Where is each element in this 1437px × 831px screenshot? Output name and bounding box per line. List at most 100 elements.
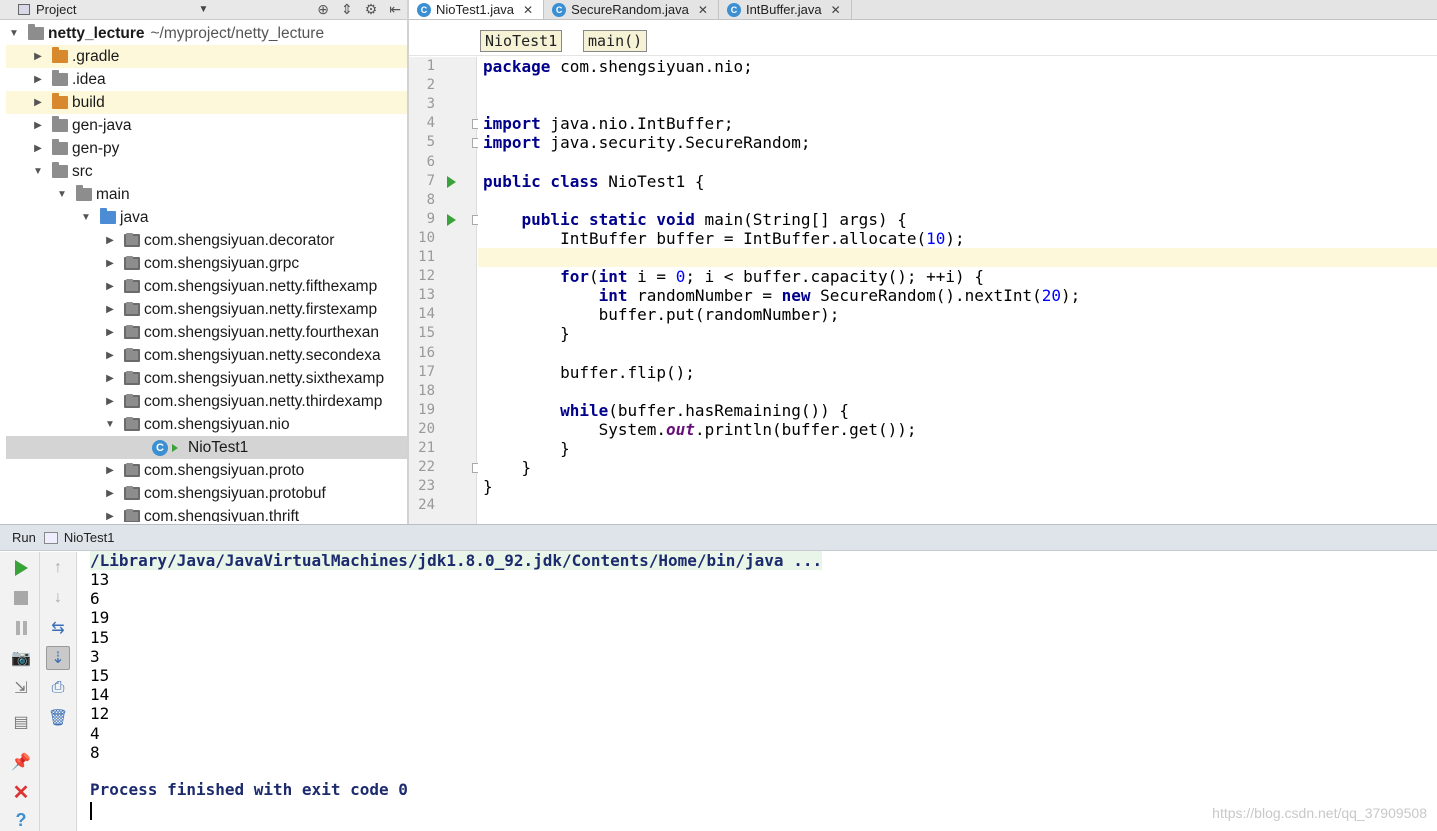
collapsed-arrow-icon[interactable]: ▶ xyxy=(32,143,44,154)
expanded-arrow-icon[interactable]: ▼ xyxy=(56,189,68,200)
expanded-arrow-icon[interactable]: ▼ xyxy=(8,28,20,39)
code-line[interactable]: buffer.put(randomNumber); xyxy=(478,305,1437,324)
print-icon[interactable]: ⎙ xyxy=(46,676,70,700)
tree-item[interactable]: ▼ java xyxy=(6,206,407,229)
collapsed-arrow-icon[interactable]: ▶ xyxy=(104,281,116,292)
pin-icon[interactable]: 📌 xyxy=(9,750,33,774)
code-line[interactable] xyxy=(478,382,1437,401)
collapsed-arrow-icon[interactable]: ▶ xyxy=(104,396,116,407)
restore-layout-icon[interactable]: ⇲ xyxy=(9,676,33,700)
code-line[interactable] xyxy=(478,248,1437,267)
rerun-icon[interactable] xyxy=(9,556,33,580)
collapsed-arrow-icon[interactable]: ▶ xyxy=(104,350,116,361)
close-tab-icon[interactable]: ✕ xyxy=(523,3,533,17)
gear-icon[interactable]: ⚙ xyxy=(365,1,378,18)
collapsed-arrow-icon[interactable]: ▶ xyxy=(104,465,116,476)
tree-item[interactable]: ▶ com.shengsiyuan.netty.firstexamp xyxy=(6,298,407,321)
expanded-arrow-icon[interactable]: ▼ xyxy=(80,212,92,223)
collapsed-arrow-icon[interactable]: ▶ xyxy=(32,51,44,62)
code-line[interactable] xyxy=(478,344,1437,363)
code-line[interactable]: while(buffer.hasRemaining()) { xyxy=(478,401,1437,420)
code-editor[interactable]: package com.shengsiyuan.nio; import java.… xyxy=(478,57,1437,524)
code-line[interactable]: } xyxy=(478,477,1437,496)
arrow-up-icon[interactable]: ↑ xyxy=(46,556,70,580)
run-gutter-icon[interactable] xyxy=(447,213,456,226)
tree-item[interactable]: ▶ com.shengsiyuan.netty.secondexa xyxy=(6,344,407,367)
layout-icon[interactable]: ▤ xyxy=(9,710,33,734)
code-line[interactable] xyxy=(478,496,1437,515)
soft-wrap-icon[interactable]: ⇆ xyxy=(46,616,70,640)
tree-item[interactable]: ▼ main xyxy=(6,183,407,206)
project-view-selector[interactable]: Project xyxy=(18,2,76,17)
code-line[interactable]: public class NioTest1 { xyxy=(478,172,1437,191)
close-tab-icon[interactable]: ✕ xyxy=(831,3,841,17)
expanded-arrow-icon[interactable]: ▼ xyxy=(104,419,116,430)
chevron-down-icon[interactable]: ▼ xyxy=(198,4,208,15)
tree-item[interactable]: ▶ com.shengsiyuan.decorator xyxy=(6,229,407,252)
code-line[interactable] xyxy=(478,191,1437,210)
code-line[interactable] xyxy=(478,76,1437,95)
tree-item[interactable]: ▶ .idea xyxy=(6,68,407,91)
breadcrumb-method[interactable]: main() xyxy=(583,30,648,52)
stop-icon[interactable] xyxy=(9,586,33,610)
run-gutter-icon[interactable] xyxy=(447,175,456,188)
code-line[interactable]: IntBuffer buffer = IntBuffer.allocate(10… xyxy=(478,229,1437,248)
tree-item[interactable]: ▶ com.shengsiyuan.netty.thirdexamp xyxy=(6,390,407,413)
code-line[interactable]: import java.security.SecureRandom; xyxy=(478,133,1437,152)
collapsed-arrow-icon[interactable]: ▶ xyxy=(104,511,116,522)
collapsed-arrow-icon[interactable]: ▶ xyxy=(32,74,44,85)
trash-icon[interactable]: 🗑 xyxy=(46,706,70,730)
code-line[interactable]: public static void main(String[] args) { xyxy=(478,210,1437,229)
tree-item[interactable]: ▶ gen-java xyxy=(6,114,407,137)
tree-item[interactable]: C NioTest1 xyxy=(6,436,407,459)
tree-item[interactable]: ▼ src xyxy=(6,160,407,183)
code-line[interactable]: int randomNumber = new SecureRandom().ne… xyxy=(478,286,1437,305)
code-line[interactable] xyxy=(478,153,1437,172)
tree-item[interactable]: ▶ com.shengsiyuan.thrift xyxy=(6,505,407,522)
code-line[interactable]: } xyxy=(478,458,1437,477)
breadcrumb-class[interactable]: NioTest1 xyxy=(480,30,563,52)
tree-item[interactable]: ▶ com.shengsiyuan.proto xyxy=(6,459,407,482)
editor-tab[interactable]: C IntBuffer.java ✕ xyxy=(719,0,852,19)
scroll-to-end-icon[interactable]: ⇣ xyxy=(46,646,70,670)
tree-item[interactable]: ▶ build xyxy=(6,91,407,114)
collapsed-arrow-icon[interactable]: ▶ xyxy=(32,120,44,131)
code-line[interactable]: buffer.flip(); xyxy=(478,363,1437,382)
locate-icon[interactable]: ⊕ xyxy=(317,1,329,18)
console-output[interactable]: /Library/Java/JavaVirtualMachines/jdk1.8… xyxy=(78,551,1437,831)
tree-item[interactable]: ▶ com.shengsiyuan.netty.fifthexamp xyxy=(6,275,407,298)
collapsed-arrow-icon[interactable]: ▶ xyxy=(104,235,116,246)
collapsed-arrow-icon[interactable]: ▶ xyxy=(104,373,116,384)
tree-item[interactable]: ▶ com.shengsiyuan.netty.fourthexan xyxy=(6,321,407,344)
tree-item[interactable]: ▶ com.shengsiyuan.netty.sixthexamp xyxy=(6,367,407,390)
tree-item[interactable]: ▼ netty_lecture ~/myproject/netty_lecture xyxy=(6,22,407,45)
tree-item[interactable]: ▶ com.shengsiyuan.grpc xyxy=(6,252,407,275)
code-line[interactable] xyxy=(478,95,1437,114)
code-line[interactable]: } xyxy=(478,324,1437,343)
collapsed-arrow-icon[interactable]: ▶ xyxy=(32,97,44,108)
expanded-arrow-icon[interactable]: ▼ xyxy=(32,166,44,177)
collapsed-arrow-icon[interactable]: ▶ xyxy=(104,304,116,315)
collapse-all-icon[interactable]: ⇕ xyxy=(341,1,353,18)
tree-item[interactable]: ▶ gen-py xyxy=(6,137,407,160)
arrow-down-icon[interactable]: ↓ xyxy=(46,586,70,610)
run-config-tab[interactable]: NioTest1 xyxy=(64,530,115,545)
code-line[interactable]: import java.nio.IntBuffer; xyxy=(478,114,1437,133)
code-line[interactable]: for(int i = 0; i < buffer.capacity(); ++… xyxy=(478,267,1437,286)
pause-icon[interactable] xyxy=(9,616,33,640)
collapsed-arrow-icon[interactable]: ▶ xyxy=(104,488,116,499)
collapsed-arrow-icon[interactable]: ▶ xyxy=(104,258,116,269)
tree-item[interactable]: ▶ .gradle xyxy=(6,45,407,68)
tree-item[interactable]: ▶ com.shengsiyuan.protobuf xyxy=(6,482,407,505)
camera-icon[interactable]: 📷 xyxy=(9,646,33,670)
help-icon[interactable]: ? xyxy=(9,808,33,831)
close-icon[interactable]: ✕ xyxy=(9,780,33,804)
code-line[interactable]: package com.shengsiyuan.nio; xyxy=(478,57,1437,76)
editor-tab[interactable]: C NioTest1.java ✕ xyxy=(409,0,545,19)
editor-tab[interactable]: C SecureRandom.java ✕ xyxy=(544,0,719,19)
tree-item[interactable]: ▼ com.shengsiyuan.nio xyxy=(6,413,407,436)
hide-panel-icon[interactable]: ⇤ xyxy=(389,1,401,18)
close-tab-icon[interactable]: ✕ xyxy=(698,3,708,17)
code-line[interactable]: System.out.println(buffer.get()); xyxy=(478,420,1437,439)
collapsed-arrow-icon[interactable]: ▶ xyxy=(104,327,116,338)
